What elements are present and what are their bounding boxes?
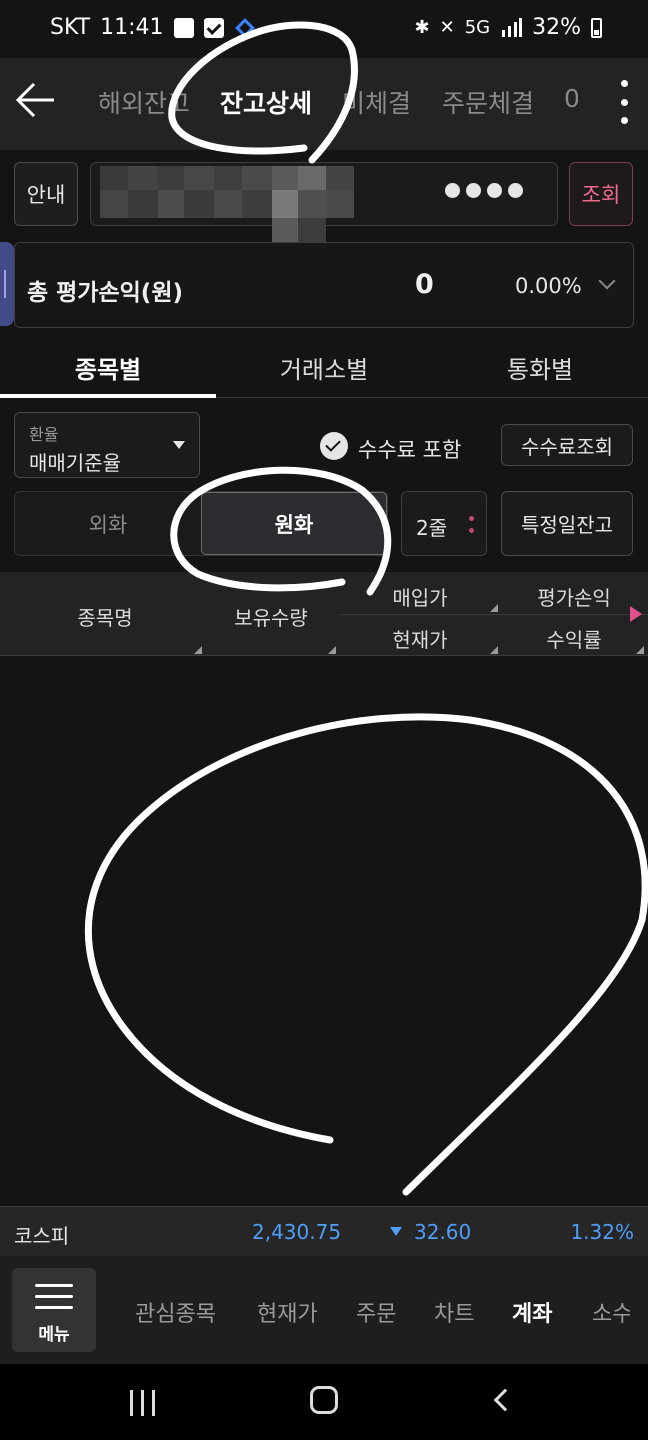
fee-include-label[interactable]: 수수료 포함 [358, 434, 461, 464]
sort-corner-icon [328, 646, 336, 654]
sub-tabs: 종목별 거래소별 통화별 [0, 336, 648, 398]
index-ticker[interactable]: 코스피 2,430.75 32.60 1.32% [0, 1206, 648, 1256]
nav-order[interactable]: 주문 [356, 1296, 396, 1328]
caret-down-icon [173, 441, 185, 449]
battery-icon [591, 17, 602, 38]
col-return-rate[interactable]: 수익률 [494, 624, 648, 653]
clock: 11:41 [100, 15, 164, 40]
index-name: 코스피 [14, 1224, 70, 1248]
back-arrow-icon [15, 82, 54, 118]
hamburger-icon [35, 1284, 73, 1310]
nav-chart[interactable]: 차트 [434, 1296, 474, 1328]
system-nav-bar [0, 1364, 648, 1440]
info-button[interactable]: 안내 [14, 162, 78, 226]
tab-by-exchange[interactable]: 거래소별 [216, 350, 432, 385]
row-lines-button[interactable]: 2줄 [401, 491, 487, 556]
status-right: ✱ ✕ 5G 32% [414, 15, 602, 40]
total-eval-box[interactable]: 총 평가손익(원) 0 0.00% [14, 242, 634, 328]
bottom-nav-items: 관심종목 현재가 주문 차트 계좌 소수 [118, 1256, 630, 1364]
status-left: SKT 11:41 [50, 15, 255, 40]
nav-account[interactable]: 계좌 [512, 1296, 552, 1328]
sort-corner-icon [490, 604, 498, 612]
signal-icon [502, 17, 523, 37]
nav-fractional[interactable]: 소수 [592, 1296, 630, 1328]
index-value: 2,430.75 [252, 1220, 342, 1244]
sort-corner-icon [194, 646, 202, 654]
index-rate: 1.32% [570, 1220, 634, 1244]
tab-more[interactable]: 0 [564, 84, 578, 113]
checkbox-icon [203, 17, 224, 38]
nav-watchlist[interactable]: 관심종목 [135, 1296, 216, 1328]
date-balance-button[interactable]: 특정일잔고 [501, 491, 633, 556]
note-icon [173, 17, 194, 38]
menu-button[interactable]: 메뉴 [12, 1268, 96, 1352]
total-eval-rate: 0.00% [515, 274, 582, 298]
down-triangle-icon [390, 1227, 402, 1236]
status-bar: SKT 11:41 ✱ ✕ 5G 32% [0, 0, 648, 58]
col-buy-price[interactable]: 매입가 [340, 582, 500, 611]
table-body-empty [0, 657, 648, 1205]
index-change: 32.60 [414, 1220, 472, 1244]
active-tab-underline [0, 394, 216, 398]
mute-icon: ✕ [439, 17, 455, 38]
bottom-nav: 메뉴 관심종목 현재가 주문 차트 계좌 소수 [0, 1256, 648, 1364]
tab-unfilled[interactable]: 미체결 [342, 84, 411, 120]
col-stock-name[interactable]: 종목명 [20, 602, 190, 631]
menu-label: 메뉴 [38, 1325, 70, 1345]
exchange-rate-value: 매매기준율 [29, 451, 121, 475]
sort-corner-icon [490, 646, 498, 654]
network-type: 5G [464, 17, 491, 38]
tab-by-stock[interactable]: 종목별 [0, 350, 216, 385]
scroll-right-arrow-icon[interactable] [630, 606, 642, 622]
nav-current-price[interactable]: 현재가 [257, 1296, 318, 1328]
exchange-rate-select[interactable]: 환율 매매기준율 [14, 412, 200, 478]
home-icon[interactable] [310, 1386, 338, 1414]
account-number-mosaic [100, 162, 416, 242]
tab-by-currency[interactable]: 통화별 [432, 350, 648, 385]
bluetooth-icon: ✱ [414, 17, 430, 38]
fee-include-checkbox[interactable] [320, 432, 348, 460]
sort-corner-icon [636, 646, 644, 654]
row-lines-label: 2줄 [416, 516, 448, 540]
recents-icon[interactable] [130, 1390, 156, 1416]
fee-lookup-button[interactable]: 수수료조회 [501, 424, 633, 466]
more-options-icon[interactable] [618, 80, 630, 124]
carrier: SKT [50, 15, 91, 40]
back-button[interactable] [14, 78, 58, 122]
tab-overseas-balance[interactable]: 해외잔고 [98, 84, 190, 120]
total-eval-value: 0 [415, 269, 434, 300]
col-eval-pl[interactable]: 평가손익 [494, 582, 648, 611]
battery-percent: 32% [532, 15, 581, 40]
chevron-down-icon[interactable] [598, 272, 616, 290]
currency-won-option[interactable]: 원화 [201, 492, 387, 555]
system-back-icon[interactable] [493, 1388, 517, 1412]
tab-order-filled[interactable]: 주문체결 [442, 84, 534, 120]
top-tabs: 해외잔고 잔고상세 미체결 주문체결 0 [98, 58, 578, 150]
password-mask[interactable] [445, 183, 523, 198]
col-quantity[interactable]: 보유수량 [186, 602, 356, 631]
header-tabs-bar: 해외잔고 잔고상세 미체결 주문체결 0 [0, 58, 648, 150]
total-eval-label: 총 평가손익(원) [27, 280, 183, 306]
col-current-price[interactable]: 현재가 [340, 624, 500, 653]
tab-balance-detail[interactable]: 잔고상세 [220, 84, 312, 120]
table-header: 종목명 보유수량 매입가 현재가 평가손익 수익률 [0, 572, 648, 656]
side-drawer-handle[interactable] [0, 242, 14, 326]
account-row: 안내 조회 [0, 150, 648, 242]
query-button[interactable]: 조회 [569, 162, 633, 226]
diamond-icon [234, 17, 255, 38]
currency-toggle: 외화 원화 [14, 491, 388, 556]
currency-foreign-option[interactable]: 외화 [15, 492, 201, 555]
exchange-rate-caption: 환율 [29, 425, 59, 444]
